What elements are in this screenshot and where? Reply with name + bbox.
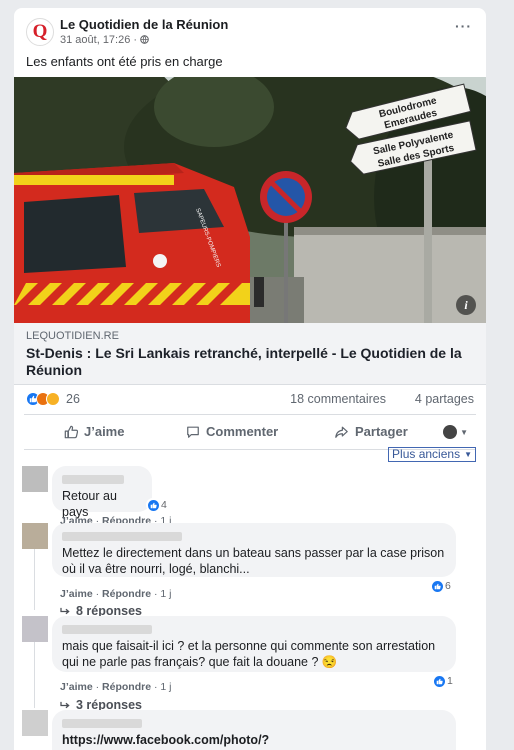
comment-like-link[interactable]: J’aime (60, 681, 93, 693)
comment-reactions[interactable]: 1 (432, 674, 455, 688)
comment-reaction-count: 1 (447, 675, 453, 687)
comment-time[interactable]: 1 j (160, 588, 171, 600)
like-label: J’aime (84, 424, 125, 439)
viewer-avatar (443, 425, 458, 439)
comment-time[interactable]: 1 j (160, 681, 171, 693)
comment-sort-dropdown[interactable]: Plus anciens ▼ (388, 447, 476, 462)
chevron-down-icon: ▼ (460, 427, 468, 437)
like-reaction-icon (434, 675, 445, 687)
commenter-name[interactable] (62, 719, 142, 728)
share-label: Partager (355, 424, 408, 439)
chevron-down-icon: ▼ (464, 450, 472, 459)
comment-label: Commenter (206, 424, 279, 439)
link-title[interactable]: St-Denis : Le Sri Lankais retranché, int… (26, 345, 476, 379)
comment-bubble: Mettez le directement dans un bateau san… (52, 523, 456, 577)
share-arrow-icon (335, 426, 348, 438)
link-domain: LEQUOTIDIEN.RE (26, 330, 119, 342)
post-as-selector[interactable]: ▼ (443, 425, 468, 439)
page-name[interactable]: Le Quotidien de la Réunion (60, 17, 228, 32)
comment-text: mais que faisait-il ici ? et la personne… (62, 639, 436, 669)
comment-like-link[interactable]: J’aime (60, 588, 93, 600)
globe-icon (140, 35, 149, 44)
comment-reply-link[interactable]: Répondre (102, 588, 151, 600)
comment-item: https://www.facebook.com/photo/? (14, 708, 486, 750)
comment-count[interactable]: 18 commentaires (290, 392, 386, 406)
link-preview[interactable]: LEQUOTIDIEN.RE St-Denis : Le Sri Lankais… (14, 323, 486, 385)
more-options-button[interactable]: ··· (455, 18, 472, 34)
post-photo[interactable]: Boulodrome Emeraudes Salle Polyvalente S… (14, 77, 486, 323)
comment-bubble: https://www.facebook.com/photo/? (52, 710, 456, 750)
like-button[interactable]: J’aime (64, 424, 124, 439)
comment-bubble: mais que faisait-il ici ? et la personne… (52, 616, 456, 672)
photo-scene: Boulodrome Emeraudes Salle Polyvalente S… (14, 77, 486, 323)
like-reaction-icon (432, 580, 443, 592)
commenter-name[interactable] (62, 475, 124, 484)
comment-item: mais que faisait-il ici ? et la personne… (14, 616, 486, 716)
commenter-avatar[interactable] (22, 616, 48, 642)
thread-line (34, 642, 35, 708)
commenter-avatar[interactable] (22, 710, 48, 736)
share-count[interactable]: 4 partages (415, 392, 474, 406)
post-header: Q Le Quotidien de la Réunion 31 août, 17… (14, 8, 486, 78)
post-actions: J’aime Commenter Partager ▼ (24, 414, 476, 450)
reaction-icons[interactable] (26, 392, 60, 406)
comment-actions: J’aime · Répondre · 1 j (60, 588, 172, 600)
logo-letter: Q (32, 21, 48, 42)
page-avatar[interactable]: Q (26, 18, 54, 46)
reaction-count[interactable]: 26 (66, 392, 80, 406)
comment-reactions[interactable]: 6 (430, 579, 453, 593)
comment-reaction-count: 6 (445, 580, 451, 592)
post-timestamp[interactable]: 31 août, 17:26 · (60, 34, 149, 46)
comment-bubble: Retour au pays (52, 466, 152, 519)
sort-label: Plus anciens (392, 447, 461, 461)
comment-reaction-count: 4 (161, 499, 167, 511)
thumbs-up-icon (64, 425, 78, 438)
comment-actions: J’aime · Répondre · 1 j (60, 681, 172, 693)
commenter-name[interactable] (62, 532, 182, 541)
thread-line (34, 548, 35, 610)
post-card: Q Le Quotidien de la Réunion 31 août, 17… (14, 8, 486, 750)
reply-arrow-icon (60, 607, 70, 614)
commenter-avatar[interactable] (22, 523, 48, 549)
commenter-name[interactable] (62, 625, 152, 634)
comment-item: Retour au pays 4 J’aime · Répondre · 1 j (14, 466, 486, 527)
like-reaction-icon (148, 499, 159, 511)
post-text: Les enfants ont été pris en charge (26, 54, 223, 69)
comment-text: Mettez le directement dans un bateau san… (62, 546, 445, 576)
commenter-avatar[interactable] (22, 466, 48, 492)
photo-info-icon[interactable]: i (456, 295, 476, 315)
comment-item: Mettez le directement dans un bateau san… (14, 522, 486, 622)
post-stats: 26 18 commentaires 4 partages (14, 387, 486, 413)
comment-icon (187, 426, 199, 438)
wow-reaction-icon (46, 392, 60, 406)
comment-reply-link[interactable]: Répondre (102, 681, 151, 693)
post-date[interactable]: 31 août, 17:26 · (60, 34, 137, 46)
comment-link[interactable]: https://www.facebook.com/photo/? (62, 733, 269, 747)
comment-reactions[interactable]: 4 (146, 498, 169, 512)
share-button[interactable]: Partager (334, 424, 408, 439)
